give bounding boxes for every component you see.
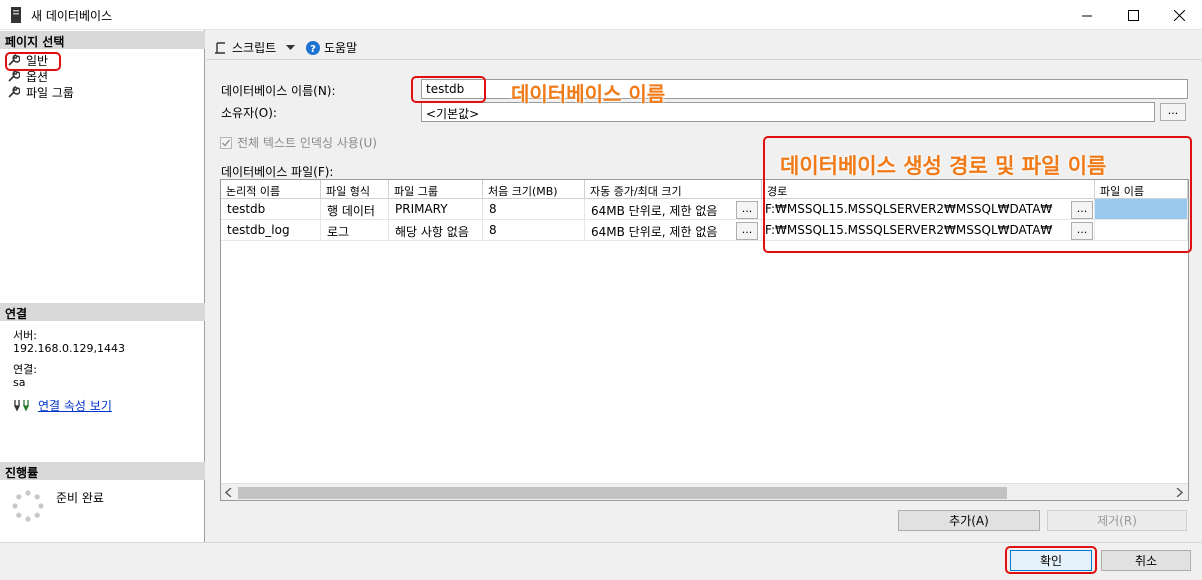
scroll-left-icon[interactable]	[225, 488, 233, 497]
connection-value: sa	[13, 376, 26, 389]
window-title: 새 데이터베이스	[31, 9, 113, 23]
db-files-label: 데이터베이스 파일(F):	[221, 165, 334, 179]
dropdown-arrow-icon	[286, 44, 296, 50]
page-select-header: 페이지 선택	[0, 31, 205, 49]
minimize-icon	[1081, 15, 1092, 16]
close-icon	[1173, 9, 1185, 21]
autogrowth-browse-button[interactable]: ...	[736, 222, 758, 240]
col-header-filegroup[interactable]: 파일 그룹	[389, 180, 483, 199]
scroll-right-icon[interactable]	[1175, 488, 1183, 497]
connection-label: 연결:	[13, 363, 37, 376]
connection-header: 연결	[0, 303, 205, 321]
horizontal-scrollbar[interactable]	[221, 483, 1188, 500]
scrollbar-thumb[interactable]	[238, 487, 1007, 499]
db-name-label: 데이터베이스 이름(N):	[221, 84, 336, 98]
highlight-ok	[1005, 546, 1097, 574]
minimize-button[interactable]	[1064, 0, 1110, 30]
remove-button[interactable]: 제거(R)	[1047, 510, 1187, 531]
help-icon: ?	[306, 40, 320, 55]
cancel-button[interactable]: 취소	[1101, 550, 1191, 571]
highlight-db-name	[411, 76, 486, 103]
help-button[interactable]: ? 도움말	[306, 39, 357, 56]
connection-properties-icon	[13, 400, 30, 412]
nav-item-filegroups[interactable]: 파일 그룹	[8, 84, 74, 100]
cell-initial-size[interactable]: 8	[483, 199, 585, 220]
wrench-icon	[8, 70, 20, 82]
col-header-file-type[interactable]: 파일 형식	[321, 180, 389, 199]
server-label: 서버:	[13, 329, 37, 342]
view-connection-properties-link[interactable]: 연결 속성 보기	[38, 397, 112, 414]
server-value: 192.168.0.129,1443	[13, 342, 125, 355]
fulltext-label: 전체 텍스트 인덱싱 사용(U)	[237, 136, 377, 150]
checkbox-checked-icon	[220, 136, 232, 149]
cell-initial-size[interactable]: 8	[483, 220, 585, 241]
cell-filegroup[interactable]: 해당 사항 없음	[389, 220, 483, 241]
annotation-db-name: 데이터베이스 이름	[511, 82, 666, 106]
progress-spinner-icon	[12, 490, 44, 522]
annotation-path: 데이터베이스 생성 경로 및 파일 이름	[780, 154, 1107, 178]
autogrowth-browse-button[interactable]: ...	[736, 201, 758, 219]
progress-header: 진행률	[0, 462, 205, 480]
close-button[interactable]	[1156, 0, 1202, 30]
wrench-icon	[8, 86, 20, 98]
owner-label: 소유자(O):	[221, 106, 277, 120]
cell-file-type[interactable]: 행 데이터	[321, 199, 389, 220]
script-icon	[215, 41, 225, 54]
add-button[interactable]: 추가(A)	[898, 510, 1040, 531]
cell-filegroup[interactable]: PRIMARY	[389, 199, 483, 220]
owner-browse-button[interactable]: ...	[1160, 103, 1186, 121]
svg-text:?: ?	[310, 44, 316, 55]
cell-logical-name[interactable]: testdb_log	[221, 220, 321, 241]
fulltext-checkbox[interactable]: 전체 텍스트 인덱싱 사용(U)	[220, 134, 377, 151]
col-header-initial-size[interactable]: 처음 크기(MB)	[483, 180, 585, 199]
cell-file-type[interactable]: 로그	[321, 220, 389, 241]
maximize-button[interactable]	[1110, 0, 1156, 30]
help-label: 도움말	[324, 41, 358, 55]
title-bar: 새 데이터베이스	[0, 0, 1202, 30]
maximize-icon	[1127, 9, 1139, 21]
highlight-general	[5, 52, 61, 71]
col-header-logical-name[interactable]: 논리적 이름	[221, 180, 321, 199]
col-header-autogrowth[interactable]: 자동 증가/최대 크기	[585, 180, 762, 199]
nav-item-label: 파일 그룹	[26, 85, 74, 100]
script-button[interactable]: 스크립트	[214, 39, 296, 56]
progress-status: 준비 완료	[56, 491, 104, 505]
script-label: 스크립트	[232, 41, 277, 55]
cell-logical-name[interactable]: testdb	[221, 199, 321, 220]
database-icon	[11, 7, 21, 23]
